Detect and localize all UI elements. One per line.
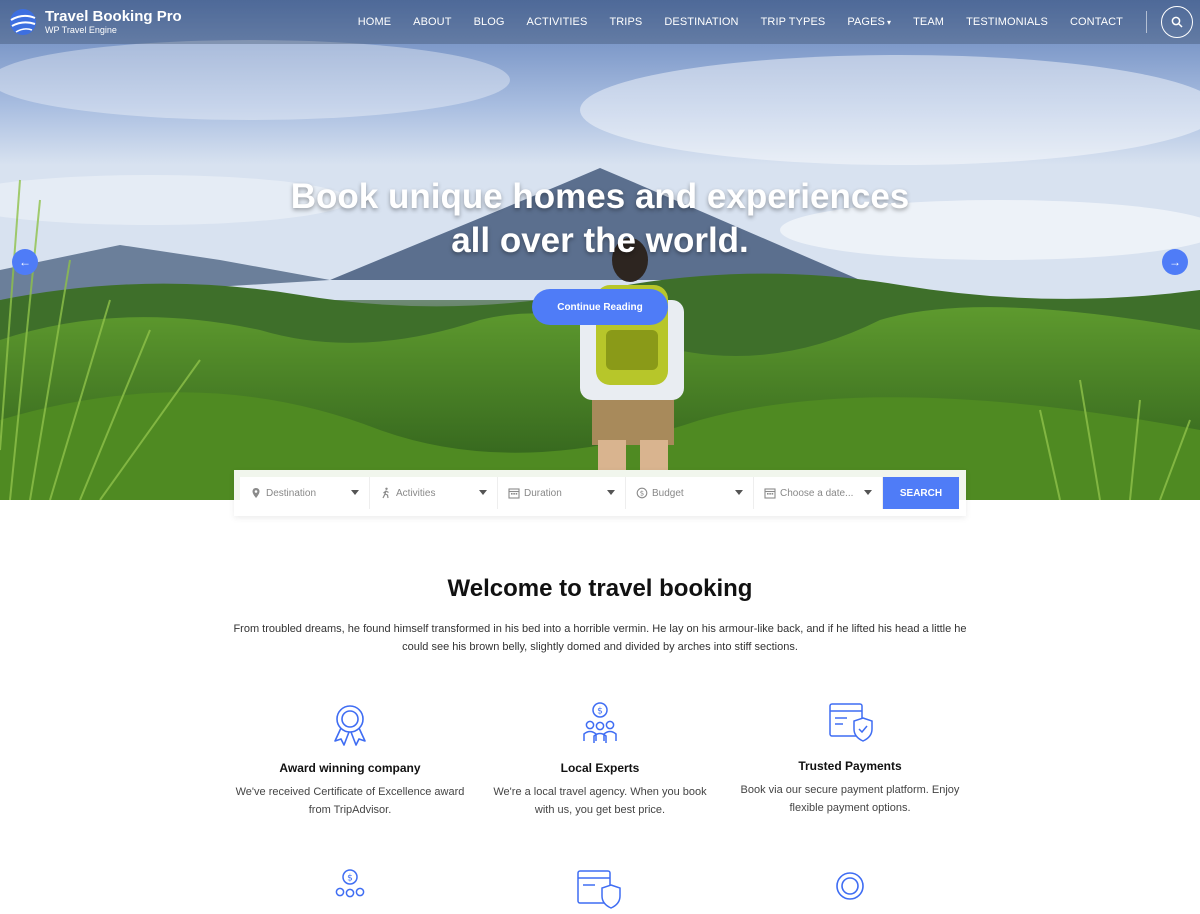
welcome-paragraph-line-2: could see his brown belly, slightly dome… [402,641,798,653]
caret-down-icon [735,490,743,495]
feature-description-line-2: with us, you get best price. [534,804,666,816]
feature-local-experts: $ Local Experts We're a local travel age… [475,701,725,819]
budget-select-label: Budget [652,487,684,499]
feature-description: We're a local travel agency. When you bo… [475,783,725,819]
nav-divider [1146,11,1147,33]
destination-select[interactable]: Destination [240,477,370,509]
duration-select[interactable]: Duration [498,477,626,509]
calendar-icon [508,488,520,499]
nav-item-trips[interactable]: TRIPS [598,16,653,28]
nav-item-trip-types[interactable]: TRIP TYPES [750,16,837,28]
map-pin-icon [252,488,260,498]
duration-select-label: Duration [524,487,562,499]
feature-description: We've received Certificate of Excellence… [225,783,475,819]
dollar-coin-icon: $ [636,487,648,499]
svg-text:$: $ [597,707,603,717]
destination-select-label: Destination [266,487,317,499]
local-experts-icon: $ [335,869,365,898]
caret-down-icon [479,490,487,495]
award-ribbon-icon [334,705,366,746]
hero-heading-line-2: all over the world. [451,221,749,260]
slider-prev-arrow-icon[interactable]: ← [12,249,38,275]
globe-logo-icon [10,9,36,35]
feature-award-winning: Award winning company We've received Cer… [225,701,475,819]
award-ribbon-icon [836,872,864,900]
activities-select[interactable]: Activities [370,477,498,509]
hero-slider: Travel Booking Pro WP Travel Engine HOME… [0,0,1200,500]
slider-next-arrow-icon[interactable]: → [1162,249,1188,275]
nav-item-pages[interactable]: PAGES ▾ [836,16,902,28]
activities-select-label: Activities [396,487,436,499]
nav-item-about[interactable]: ABOUT [402,16,462,28]
svg-text:$: $ [640,490,644,498]
search-icon [1171,16,1183,28]
local-experts-icon: $ [583,702,617,743]
nav-item-pages-label: PAGES [847,16,885,28]
date-picker[interactable]: Choose a date... [754,477,883,509]
primary-navigation: HOME ABOUT BLOG ACTIVITIES TRIPS DESTINA… [347,0,1200,44]
feature-description-line-1: We've received Certificate of Excellence… [235,786,465,798]
nav-item-testimonials[interactable]: TESTIMONIALS [955,16,1059,28]
feature-description-line-2: flexible payment options. [789,802,911,814]
nav-item-destination[interactable]: DESTINATION [653,16,749,28]
svg-text:$: $ [347,874,353,884]
nav-item-team[interactable]: TEAM [902,16,955,28]
caret-down-icon [864,490,872,495]
secure-payment-icon [829,703,873,742]
site-logo[interactable]: Travel Booking Pro WP Travel Engine [8,7,182,37]
trip-search-form: Destination Activities Duration $ Budget… [234,470,966,516]
caret-down-icon [607,490,615,495]
nav-item-home[interactable]: HOME [347,16,402,28]
feature-title: Local Experts [560,761,640,775]
site-header: Travel Booking Pro WP Travel Engine HOME… [0,0,1200,44]
nav-item-contact[interactable]: CONTACT [1059,16,1134,28]
budget-select[interactable]: $ Budget [626,477,754,509]
welcome-paragraph-line-1: From troubled dreams, he found himself t… [233,623,967,635]
date-picker-placeholder: Choose a date... [780,487,854,499]
feature-description-line-2: from TripAdvisor. [308,804,392,816]
hero-heading: Book unique homes and experiences all ov… [0,175,1200,263]
hiker-icon [382,487,389,499]
feature-description-line-1: We're a local travel agency. When you bo… [493,786,707,798]
caret-down-icon [351,490,359,495]
hero-heading-line-1: Book unique homes and experiences [290,177,910,216]
feature-description: Book via our secure payment platform. En… [725,781,975,817]
welcome-heading: Welcome to travel booking [447,575,753,602]
feature-trusted-payments: Trusted Payments Book via our secure pay… [725,699,975,817]
site-tagline: WP Travel Engine [45,25,117,35]
nav-item-activities[interactable]: ACTIVITIES [516,16,599,28]
site-title: Travel Booking Pro [45,8,182,25]
header-search-button[interactable] [1161,6,1193,38]
secure-payment-icon [577,870,621,909]
nav-item-blog[interactable]: BLOG [463,16,516,28]
continue-reading-button[interactable]: Continue Reading [532,289,668,325]
feature-title: Award winning company [279,761,421,775]
chevron-down-icon: ▾ [886,18,892,27]
feature-title: Trusted Payments [798,759,902,773]
search-submit-button[interactable]: SEARCH [883,477,959,509]
feature-description-line-1: Book via our secure payment platform. En… [740,784,960,796]
welcome-paragraph: From troubled dreams, he found himself t… [230,620,970,656]
calendar-icon [764,488,776,499]
